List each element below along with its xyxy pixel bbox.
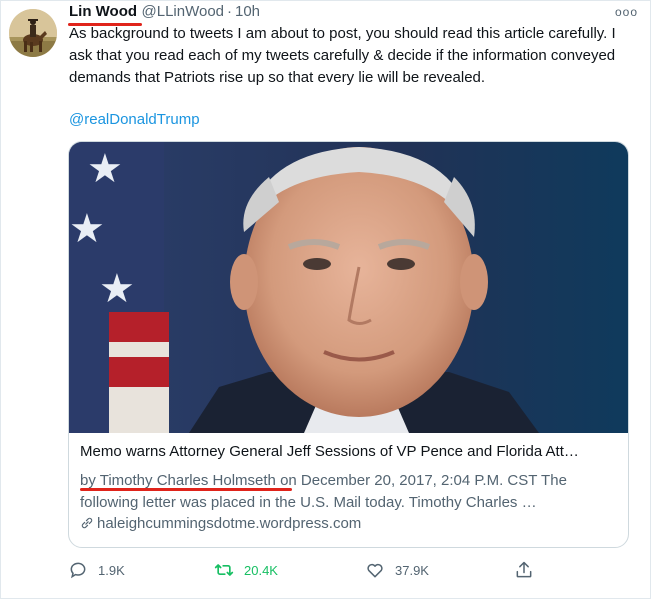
reply-count: 1.9K	[98, 562, 125, 578]
reply-icon	[70, 562, 86, 579]
link-card[interactable]: ★ ★ ★ Memo warns Attorney General Jeff S…	[68, 141, 629, 548]
retweet-icon	[214, 564, 234, 576]
svg-text:★: ★	[99, 266, 135, 312]
avatar-image	[9, 9, 57, 57]
tweet-text: As background to tweets I am about to po…	[69, 25, 616, 86]
handle[interactable]: @LLinWood	[142, 3, 225, 20]
card-description: by Timothy Charles Holmseth on December …	[80, 472, 567, 511]
retweet-count: 20.4K	[244, 562, 278, 578]
reply-button[interactable]: 1.9K	[68, 558, 125, 582]
author-underline-annotation	[80, 488, 292, 491]
link-icon	[81, 517, 93, 529]
tweet-header: Lin Wood @LLinWood · 10h	[69, 3, 260, 25]
share-icon	[516, 561, 532, 578]
avatar[interactable]	[9, 9, 57, 57]
more-icon[interactable]: ooo	[615, 5, 638, 19]
card-domain: haleighcummingsdotme.wordpress.com	[80, 515, 361, 532]
svg-text:★: ★	[69, 206, 105, 252]
retweet-button[interactable]: 20.4K	[214, 558, 278, 582]
card-image: ★ ★ ★	[69, 142, 628, 433]
card-title: Memo warns Attorney General Jeff Session…	[80, 443, 579, 460]
share-button[interactable]	[514, 558, 544, 582]
card-domain-text: haleighcummingsdotme.wordpress.com	[97, 515, 362, 532]
timestamp[interactable]: 10h	[235, 3, 260, 20]
like-button[interactable]: 37.9K	[365, 558, 429, 582]
mention-link[interactable]: @realDonaldTrump	[69, 111, 200, 128]
svg-text:★: ★	[87, 146, 123, 192]
like-count: 37.9K	[395, 562, 429, 578]
separator-dot: ·	[227, 3, 232, 20]
tweet-actions: 1.9K 20.4K 37.9K	[68, 558, 538, 582]
display-name[interactable]: Lin Wood	[69, 3, 137, 20]
like-icon	[367, 563, 383, 578]
